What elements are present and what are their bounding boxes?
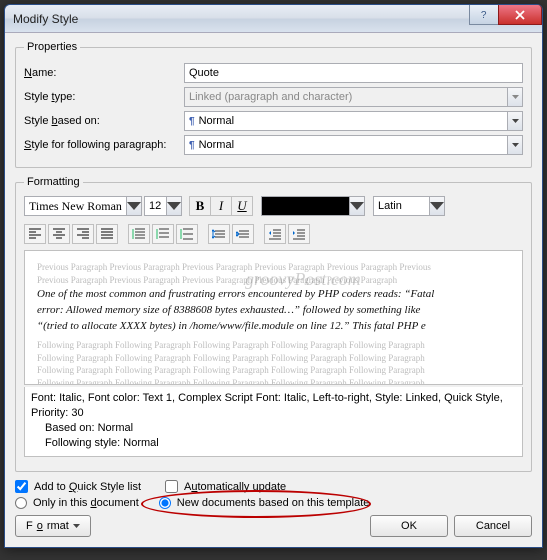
chevron-down-icon[interactable] <box>507 111 523 131</box>
format-button[interactable]: Format <box>15 515 91 537</box>
pilcrow-icon: ¶ <box>189 116 195 127</box>
preview-follow-para: Following Paragraph Following Paragraph … <box>37 365 510 377</box>
font-name-combo[interactable]: Times New Roman <box>24 196 142 216</box>
name-label: Name: <box>24 67 184 79</box>
underline-button[interactable]: U <box>231 196 253 216</box>
titlebar: Modify Style ? <box>5 5 542 33</box>
formatting-legend: Formatting <box>24 176 83 188</box>
auto-update-checkbox[interactable] <box>165 480 178 493</box>
new-documents-label: New documents based on this template <box>177 497 370 509</box>
based-on-select[interactable]: ¶Normal <box>184 111 507 131</box>
chevron-down-icon <box>73 524 80 528</box>
preview-follow-para: Following Paragraph Following Paragraph … <box>37 378 510 385</box>
cancel-button[interactable]: Cancel <box>454 515 532 537</box>
following-label: Style for following paragraph: <box>24 139 184 151</box>
formatting-group: Formatting Times New Roman 12 B I U <box>15 176 532 472</box>
decrease-indent-button[interactable] <box>264 224 286 244</box>
alignment-group <box>24 224 118 244</box>
only-document-label: Only in this document <box>33 497 139 509</box>
new-documents-radio[interactable] <box>159 497 171 509</box>
style-type-label: Style type: <box>24 91 184 103</box>
titlebar-buttons: ? <box>470 5 542 25</box>
increase-indent-button[interactable] <box>288 224 310 244</box>
line-spacing-2-button[interactable] <box>176 224 198 244</box>
color-swatch <box>261 196 349 216</box>
chevron-down-icon[interactable] <box>166 196 182 216</box>
increase-para-space-button[interactable] <box>208 224 230 244</box>
chevron-down-icon[interactable] <box>429 196 445 216</box>
para-space-group <box>208 224 254 244</box>
font-color-combo[interactable] <box>261 196 365 216</box>
following-select[interactable]: ¶Normal <box>184 135 507 155</box>
line-spacing-1-button[interactable] <box>128 224 150 244</box>
indent-group <box>264 224 310 244</box>
based-on-label: Style based on: <box>24 115 184 127</box>
close-button[interactable] <box>498 5 542 25</box>
name-input[interactable] <box>184 63 523 83</box>
bold-button[interactable]: B <box>189 196 211 216</box>
script-combo[interactable]: Latin <box>373 196 445 216</box>
style-description: Font: Italic, Font color: Text 1, Comple… <box>24 387 523 457</box>
properties-legend: Properties <box>24 41 80 53</box>
align-justify-button[interactable] <box>96 224 118 244</box>
modify-style-dialog: Modify Style ? Properties Name: Style ty… <box>4 4 543 548</box>
align-right-button[interactable] <box>72 224 94 244</box>
ok-button[interactable]: OK <box>370 515 448 537</box>
quick-style-label: Add to Quick Style list <box>34 481 141 493</box>
align-center-button[interactable] <box>48 224 70 244</box>
help-button[interactable]: ? <box>469 5 499 25</box>
preview-pane: groovyPost.com Previous Paragraph Previo… <box>24 250 523 385</box>
only-document-radio[interactable] <box>15 497 27 509</box>
italic-button[interactable]: I <box>210 196 232 216</box>
preview-follow-para: Following Paragraph Following Paragraph … <box>37 340 510 352</box>
font-size-combo[interactable]: 12 <box>144 196 182 216</box>
auto-update-label: Automatically update <box>184 481 286 493</box>
line-spacing-15-button[interactable] <box>152 224 174 244</box>
spacing-group <box>128 224 198 244</box>
watermark: groovyPost.com <box>245 269 361 290</box>
align-left-button[interactable] <box>24 224 46 244</box>
svg-text:?: ? <box>480 10 486 20</box>
preview-sample-line: error: Allowed memory size of 8388608 by… <box>37 303 510 317</box>
chevron-down-icon <box>507 87 523 107</box>
chevron-down-icon[interactable] <box>349 196 365 216</box>
decrease-para-space-button[interactable] <box>232 224 254 244</box>
properties-group: Properties Name: Style type: Linked (par… <box>15 41 532 168</box>
preview-sample-line: “(tried to allocate XXXX bytes) in /home… <box>37 319 510 333</box>
preview-follow-para: Following Paragraph Following Paragraph … <box>37 353 510 365</box>
quick-style-checkbox[interactable] <box>15 480 28 493</box>
chevron-down-icon[interactable] <box>507 135 523 155</box>
window-title: Modify Style <box>13 12 470 26</box>
chevron-down-icon[interactable] <box>126 196 142 216</box>
style-type-select: Linked (paragraph and character) <box>184 87 507 107</box>
pilcrow-icon: ¶ <box>189 140 195 151</box>
